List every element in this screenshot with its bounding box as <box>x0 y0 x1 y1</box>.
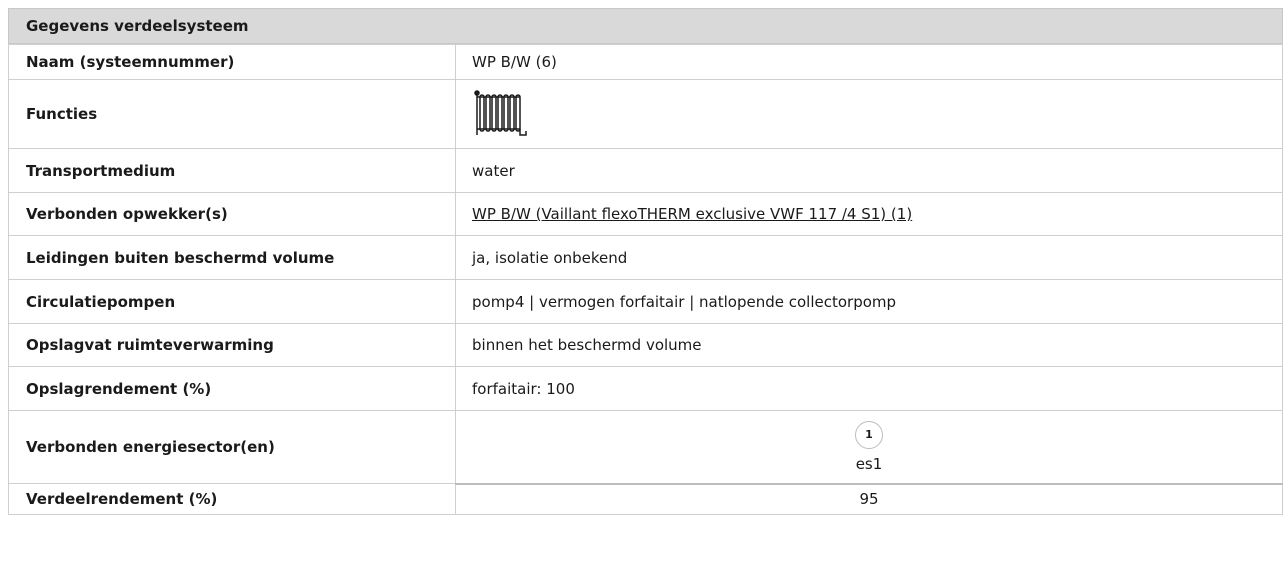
radiator-icon <box>472 89 530 141</box>
details-table: Naam (systeemnummer) WP B/W (6) Functies <box>8 44 1283 515</box>
row-value-opslagrendement: forfaitair: 100 <box>455 366 1283 411</box>
table-row: Verdeelrendement (%) 95 <box>8 482 1283 515</box>
sector-number-badge: 1 <box>855 420 883 449</box>
row-label-verdeelrendement: Verdeelrendement (%) <box>8 483 456 515</box>
row-value-opslagvat: binnen het beschermd volume <box>455 323 1283 367</box>
distribution-system-panel: Gegevens verdeelsysteem Naam (systeemnum… <box>8 8 1283 515</box>
sector-name: es1 <box>855 454 883 473</box>
section-header: Gegevens verdeelsysteem <box>8 8 1283 44</box>
row-label-energiesector: Verbonden energiesector(en) <box>8 410 456 484</box>
table-row: Functies <box>8 79 1283 149</box>
row-value-circulatiepompen: pomp4 | vermogen forfaitair | natlopende… <box>455 279 1283 324</box>
section-title: Gegevens verdeelsysteem <box>26 17 249 35</box>
table-row: Naam (systeemnummer) WP B/W (6) <box>8 44 1283 80</box>
row-label-functies: Functies <box>8 79 456 149</box>
row-label-leidingen: Leidingen buiten beschermd volume <box>8 235 456 280</box>
generator-link[interactable]: WP B/W (Vaillant flexoTHERM exclusive VW… <box>472 205 912 223</box>
table-row: Opslagrendement (%) forfaitair: 100 <box>8 366 1283 411</box>
row-label-opslagvat: Opslagvat ruimteverwarming <box>8 323 456 367</box>
row-label-naam: Naam (systeemnummer) <box>8 44 456 80</box>
row-value-leidingen: ja, isolatie onbekend <box>455 235 1283 280</box>
table-row: Leidingen buiten beschermd volume ja, is… <box>8 235 1283 280</box>
row-value-naam: WP B/W (6) <box>455 44 1283 80</box>
row-label-opwekker: Verbonden opwekker(s) <box>8 192 456 236</box>
table-row: Transportmedium water <box>8 148 1283 193</box>
row-value-energiesector: 1 es1 <box>455 410 1283 484</box>
table-row: Circulatiepompen pomp4 | vermogen forfai… <box>8 279 1283 324</box>
energy-sector-item[interactable]: 1 es1 <box>456 420 1282 473</box>
table-row: Opslagvat ruimteverwarming binnen het be… <box>8 323 1283 367</box>
row-value-verdeelrendement: 95 <box>455 482 1283 515</box>
table-row: Verbonden opwekker(s) WP B/W (Vaillant f… <box>8 192 1283 236</box>
row-label-transportmedium: Transportmedium <box>8 148 456 193</box>
table-row: Verbonden energiesector(en) 1 es1 <box>8 410 1283 484</box>
row-value-opwekker: WP B/W (Vaillant flexoTHERM exclusive VW… <box>455 192 1283 236</box>
row-value-functies <box>455 79 1283 149</box>
row-label-opslagrendement: Opslagrendement (%) <box>8 366 456 411</box>
row-value-transportmedium: water <box>455 148 1283 193</box>
row-label-circulatiepompen: Circulatiepompen <box>8 279 456 324</box>
